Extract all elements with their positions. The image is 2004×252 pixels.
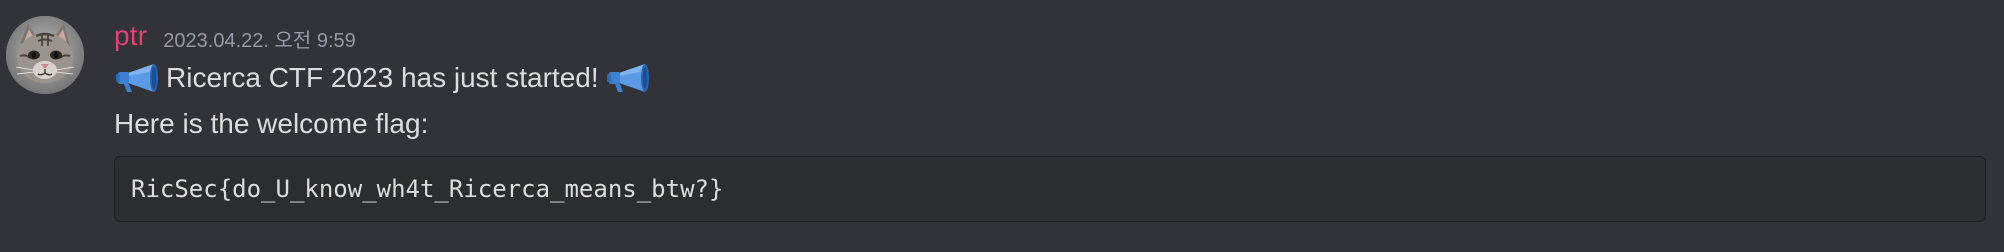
- message-line: Here is the welcome flag:: [114, 104, 428, 144]
- avatar[interactable]: [6, 16, 84, 94]
- chat-message: ptr 2023.04.22. 오전 9:59 Ricerca CTF 2023…: [0, 0, 2004, 252]
- message-text: Here is the welcome flag:: [114, 108, 429, 139]
- flag-code: RicSec{do_U_know_wh4t_Ricerca_means_btw?…: [131, 175, 724, 203]
- message-line: Ricerca CTF 2023 has just started!: [114, 58, 651, 98]
- megaphone-icon: [114, 61, 160, 95]
- code-block[interactable]: RicSec{do_U_know_wh4t_Ricerca_means_btw?…: [114, 156, 1986, 222]
- username[interactable]: ptr: [114, 20, 147, 52]
- message-header: ptr 2023.04.22. 오전 9:59: [114, 16, 356, 56]
- megaphone-icon: [605, 61, 651, 95]
- cat-avatar-icon: [6, 16, 84, 94]
- timestamp[interactable]: 2023.04.22. 오전 9:59: [163, 24, 356, 53]
- message-text: Ricerca CTF 2023 has just started!: [166, 62, 599, 93]
